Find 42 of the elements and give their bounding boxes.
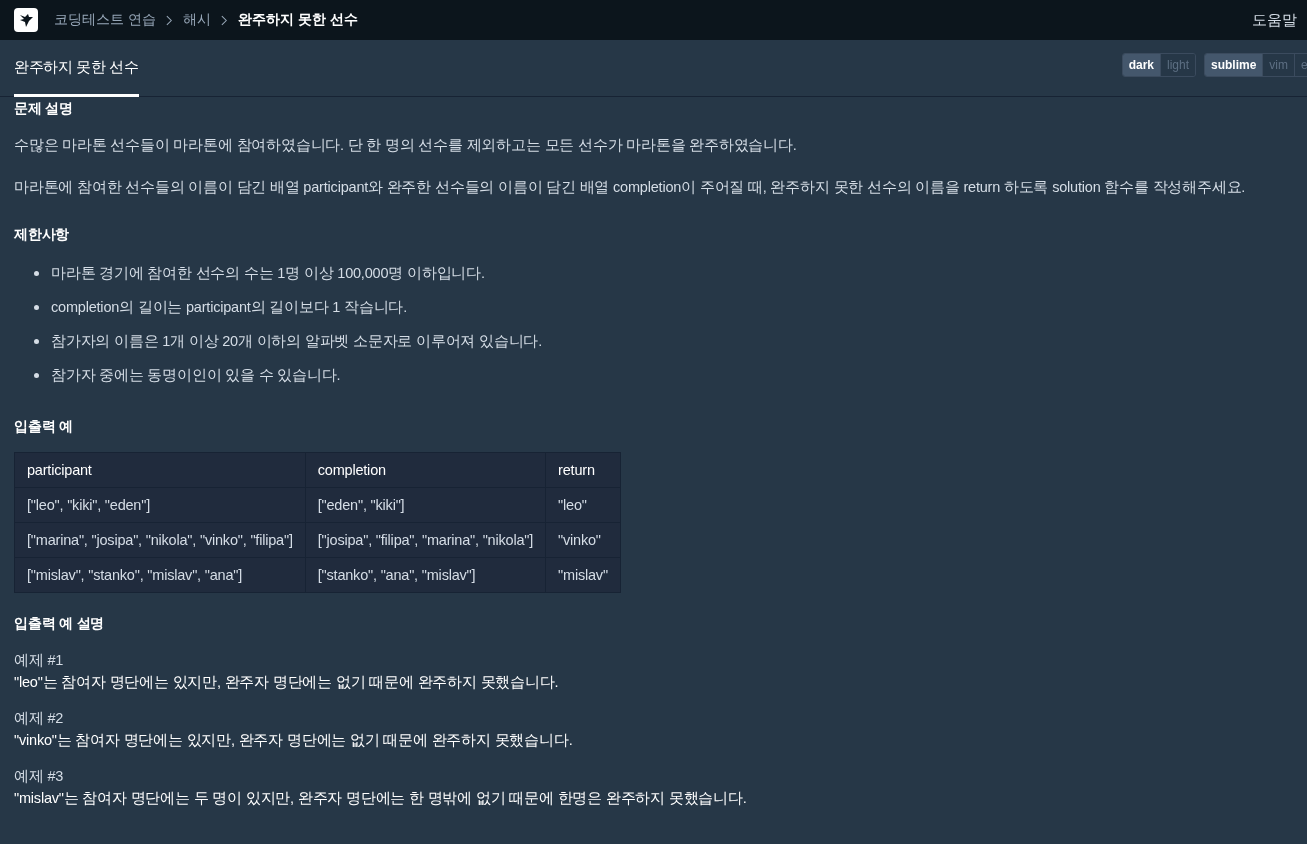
example-text: "vinko"는 참여자 명단에는 있지만, 완주자 명단에는 없기 때문에 완주하지 못했습니다. [14,731,574,750]
problem-tab[interactable]: 완주하지 못한 선수 [14,40,139,97]
table-cell: ["leo", "kiki", "eden"] [14,487,306,523]
table-cell: ["mislav", "stanko", "mislav", "ana"] [14,557,306,593]
paragraph: 수많은 마라톤 선수들이 마라톤에 참여하였습니다. 단 한 명의 선수를 제외하고는 모든 선수가 마라톤을 완주하였습니다. [14,136,798,155]
example-text: "leo"는 참여자 명단에는 있지만, 완주자 명단에는 없기 때문에 완주하지 못했습니다. [14,673,560,692]
table-cell: "vinko" [545,522,621,558]
theme-option[interactable]: dark [1122,54,1160,76]
list-item: 참가자 중에는 동명이인이 있을 수 있습니다. [51,365,341,385]
section-heading: 입출력 예 설명 [14,615,106,633]
example-title: 예제 #2 [14,709,65,728]
help-link[interactable]: 도움말 [1252,10,1297,30]
bird-logo-icon[interactable] [14,8,38,32]
column-header: return [545,452,621,488]
breadcrumb-link[interactable]: 완주하지 못한 선수 [237,11,358,29]
column-header: participant [14,452,306,488]
list-item: 참가자의 이름은 1개 이상 20개 이하의 알파벳 소문자로 이루어져 있습니다. [51,331,543,351]
section-heading: 제한사항 [14,226,71,244]
example-title: 예제 #3 [14,767,65,786]
table-cell: ["stanko", "ana", "mislav"] [305,557,546,593]
chevron-icon [165,14,173,26]
table-cell: "leo" [545,487,621,523]
chevron-icon [220,14,228,26]
bullet-icon [34,372,39,378]
section-heading: 문제 설명 [14,100,74,118]
editor-option[interactable]: sublime [1205,54,1263,76]
table-cell: ["josipa", "filipa", "marina", "nikola"] [305,522,546,558]
breadcrumb-link[interactable]: 해시 [182,11,211,29]
column-header: completion [305,452,546,488]
example-title: 예제 #1 [14,651,65,670]
example-text: "mislav"는 참여자 명단에는 두 명이 있지만, 완주자 명단에는 한 명밖에 없기 때문에 한명은 완주하지 못했습니다. [14,789,748,808]
table-cell: ["eden", "kiki"] [305,487,546,523]
bullet-icon [34,270,39,276]
bullet-icon [34,304,39,310]
list-item: 마라톤 경기에 참여한 선수의 수는 1명 이상 100,000명 이하입니다. [51,263,485,283]
breadcrumb-link[interactable]: 코딩테스트 연습 [54,11,156,29]
paragraph: 마라톤에 참여한 선수들의 이름이 담긴 배열 participant와 완주한 선수들의 이름이 담긴 배열 completion이 주어질 때, 완주하지 못한 선수의 이름을 return 하도록 solution 함수를 작성해주세요. [14,178,1247,197]
section-heading: 입출력 예 [14,418,74,436]
list-item: completion의 길이는 participant의 길이보다 1 작습니다. [51,297,408,317]
table-cell: "mislav" [545,557,621,593]
table-cell: ["marina", "josipa", "nikola", "vinko", "filipa"] [14,522,306,558]
bullet-icon [34,338,39,344]
